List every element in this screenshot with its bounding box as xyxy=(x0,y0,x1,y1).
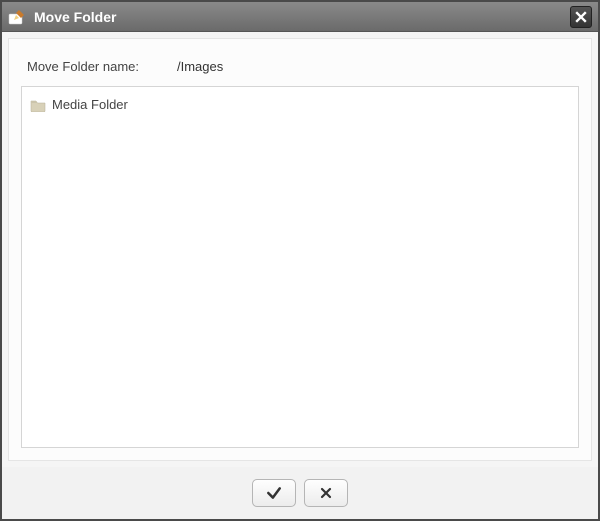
dialog-title: Move Folder xyxy=(34,9,570,25)
folder-name-row: Move Folder name: /Images xyxy=(21,51,579,86)
folder-name-label: Move Folder name: xyxy=(27,59,177,74)
close-icon xyxy=(575,11,587,23)
move-folder-dialog: Move Folder Move Folder name: /Images Me… xyxy=(0,0,600,521)
folder-icon xyxy=(30,98,46,112)
confirm-button[interactable] xyxy=(252,479,296,507)
button-bar xyxy=(2,467,598,519)
folder-tree[interactable]: Media Folder xyxy=(21,86,579,448)
close-button[interactable] xyxy=(570,6,592,28)
x-icon xyxy=(319,486,333,500)
dialog-body: Move Folder name: /Images Media Folder xyxy=(8,38,592,461)
titlebar: Move Folder xyxy=(2,2,598,32)
edit-folder-icon xyxy=(8,8,26,26)
tree-item-label: Media Folder xyxy=(52,97,128,112)
tree-item[interactable]: Media Folder xyxy=(30,95,570,114)
check-icon xyxy=(266,485,282,501)
folder-name-value: /Images xyxy=(177,59,223,74)
cancel-button[interactable] xyxy=(304,479,348,507)
